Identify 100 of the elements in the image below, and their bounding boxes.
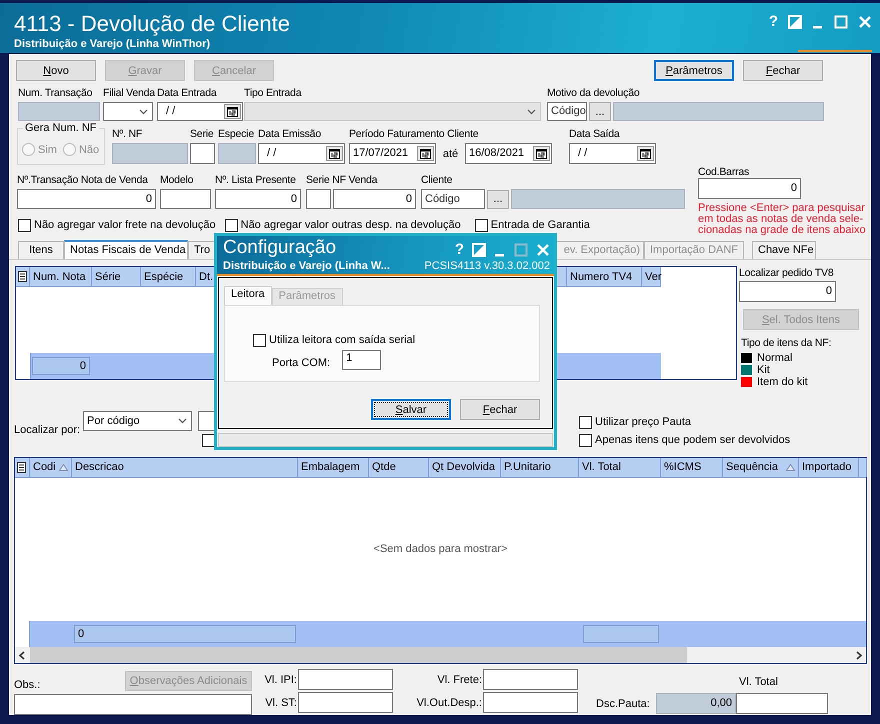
- input-field[interactable]: [218, 143, 256, 164]
- version-label: PCSIS4113 v.30.3.02.002: [424, 260, 550, 273]
- field-label: Vl. Total: [739, 675, 779, 689]
- field-label: Localizar por:: [14, 424, 80, 436]
- column-chooser-icon[interactable]: [17, 462, 26, 473]
- input-field[interactable]: [613, 102, 824, 121]
- date-field[interactable]: 16/08/2021: [465, 143, 552, 164]
- input-field[interactable]: [298, 692, 393, 713]
- checkbox-label: Entrada de Garantia: [490, 218, 590, 232]
- tab[interactable]: Leitora: [224, 286, 272, 305]
- date-field[interactable]: / /: [157, 102, 243, 121]
- checkbox[interactable]: [224, 218, 238, 232]
- checkbox[interactable]: [579, 434, 592, 446]
- tab[interactable]: Itens: [18, 241, 64, 259]
- column-header[interactable]: Espécie: [141, 267, 196, 286]
- chevron-down-icon[interactable]: [178, 418, 188, 424]
- input-field[interactable]: [160, 189, 211, 209]
- dialog-title: Configuração: [223, 237, 336, 259]
- dropdown[interactable]: [103, 102, 153, 121]
- column-header[interactable]: P.Unitario: [501, 458, 579, 477]
- field-label: Obs.:: [14, 679, 40, 692]
- tab[interactable]: Notas Fiscais de Venda: [64, 240, 188, 259]
- sort-icon[interactable]: [59, 464, 68, 471]
- field-label: Vl. IPI:: [264, 674, 298, 686]
- calendar-icon[interactable]: [533, 146, 550, 161]
- input-field[interactable]: 0: [17, 189, 156, 209]
- button[interactable]: Parâmetros: [654, 60, 734, 81]
- close-icon[interactable]: [536, 242, 550, 256]
- checkbox[interactable]: [579, 416, 592, 428]
- tab[interactable]: Chave NFe: [752, 241, 816, 259]
- input-field[interactable]: 0: [739, 281, 836, 302]
- input-field[interactable]: 0,00: [656, 693, 736, 714]
- half-filled-square-icon[interactable]: [472, 242, 486, 256]
- column-chooser-icon[interactable]: [18, 271, 27, 282]
- checkbox-label: Utiliza leitora com saída serial: [269, 333, 416, 347]
- column-header[interactable]: Vl. Total: [579, 458, 661, 477]
- radio-label: Não: [78, 144, 100, 156]
- input-field[interactable]: [14, 694, 252, 715]
- column-header[interactable]: Série: [92, 267, 141, 286]
- half-filled-square-icon[interactable]: [788, 15, 802, 29]
- column-header[interactable]: Embalagem: [298, 458, 369, 477]
- sort-icon[interactable]: [786, 464, 795, 471]
- calendar-icon[interactable]: [417, 146, 434, 161]
- calendar-icon[interactable]: [326, 146, 343, 161]
- column-header[interactable]: Descricao: [72, 458, 298, 477]
- input-field[interactable]: 0: [333, 189, 416, 209]
- field-label: Num. Transação: [18, 86, 94, 100]
- horizontal-scrollbar[interactable]: [15, 647, 866, 663]
- date-field[interactable]: 17/07/2021: [349, 143, 436, 164]
- column-header[interactable]: Importado: [799, 458, 859, 477]
- column-header[interactable]: Qt Devolvida: [429, 458, 501, 477]
- field-label: Filial Venda: [103, 86, 153, 100]
- input-field[interactable]: 1: [342, 350, 382, 370]
- legend-label: Normal: [757, 352, 792, 364]
- date-field[interactable]: / /: [569, 143, 656, 164]
- dropdown[interactable]: Por código: [83, 411, 192, 431]
- calendar-icon[interactable]: [637, 146, 654, 161]
- button[interactable]: Fechar: [460, 399, 540, 420]
- column-header[interactable]: Qtde: [369, 458, 429, 477]
- checkbox[interactable]: [18, 218, 31, 232]
- input-field[interactable]: [190, 143, 215, 164]
- chevron-down-icon[interactable]: [139, 108, 148, 114]
- column-header[interactable]: Numero TV4: [567, 267, 642, 286]
- input-field[interactable]: 0: [215, 189, 301, 209]
- input-field[interactable]: 0: [698, 178, 801, 199]
- input-field[interactable]: [18, 102, 100, 121]
- input-field[interactable]: [736, 693, 828, 714]
- checkbox[interactable]: [253, 334, 266, 346]
- checkbox-label: Apenas itens que podem ser devolvidos: [595, 433, 790, 447]
- checkbox[interactable]: [474, 218, 488, 232]
- input-field[interactable]: [483, 692, 578, 713]
- field-label: Nº. NF: [112, 127, 144, 141]
- scroll-left-icon[interactable]: [18, 650, 26, 660]
- input-field[interactable]: [511, 189, 685, 209]
- checkbox[interactable]: [202, 434, 216, 447]
- input-field[interactable]: Código: [421, 189, 485, 209]
- field-label: Nº.Transação Nota de Venda: [17, 173, 149, 187]
- input-field[interactable]: [483, 669, 578, 690]
- button[interactable]: Salvar: [371, 399, 451, 420]
- field-label: Cod.Barras: [698, 166, 750, 178]
- input-field[interactable]: [112, 143, 188, 164]
- calendar-icon[interactable]: [224, 104, 241, 119]
- close-icon[interactable]: [858, 15, 872, 29]
- column-header[interactable]: Num. Nota: [30, 267, 92, 286]
- window-subtitle: Distribuição e Varejo (Linha WinThor): [14, 37, 212, 51]
- input-field[interactable]: [306, 189, 331, 209]
- button[interactable]: Novo: [16, 60, 96, 81]
- column-header[interactable]: Sequência: [723, 458, 799, 477]
- column-header[interactable]: Ver: [642, 267, 661, 286]
- input-field[interactable]: [298, 669, 393, 690]
- button[interactable]: Fechar: [743, 60, 823, 81]
- browse-button[interactable]: ...: [589, 102, 611, 121]
- input-field[interactable]: Código: [547, 102, 587, 121]
- date-field[interactable]: / /: [258, 143, 345, 164]
- column-header[interactable]: %ICMS: [661, 458, 723, 477]
- browse-button[interactable]: ...: [487, 190, 509, 208]
- scroll-right-icon[interactable]: [855, 650, 863, 660]
- column-header[interactable]: Codi: [30, 458, 72, 477]
- field-label: Nº. Lista Presente: [215, 173, 297, 187]
- field-label: Período Faturamento Cliente: [349, 127, 480, 141]
